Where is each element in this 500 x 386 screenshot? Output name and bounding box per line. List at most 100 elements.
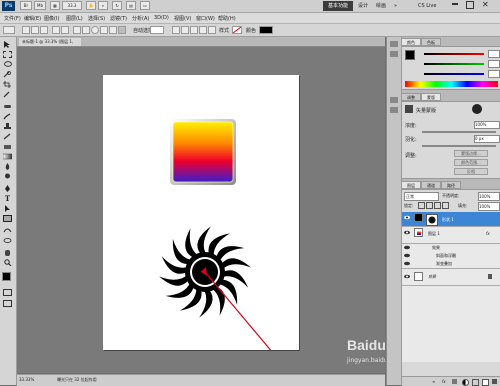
rounded-rect-tool-icon[interactable] (82, 26, 90, 34)
layer-row-shape1[interactable]: 形状 1 (402, 212, 500, 227)
link-layers-icon[interactable]: ∞ (432, 379, 435, 384)
gradient-eye-icon[interactable] (404, 261, 410, 266)
polygon-tool-icon[interactable] (100, 26, 108, 34)
move-tool-icon[interactable] (3, 41, 12, 48)
crop-tool-icon[interactable] (3, 81, 12, 88)
mask-edge-button[interactable]: 蒙版边缘... (454, 150, 488, 157)
blend-mode-select[interactable]: 正常 (404, 192, 439, 201)
view-extras-button[interactable]: ▦ (50, 1, 60, 10)
blur-tool-icon[interactable] (3, 163, 12, 170)
color-spectrum-bar[interactable] (405, 81, 498, 87)
shape-picker[interactable] (150, 26, 164, 34)
foreground-color-swatch[interactable] (2, 272, 11, 281)
arrange-docs-icon[interactable]: ▤ (126, 1, 136, 10)
workspace-paint-tab[interactable]: 绘画 (376, 1, 386, 11)
masks-panel-tab[interactable]: 蒙版 (421, 93, 441, 101)
zoom-level-dropdown[interactable]: 33.3 (62, 1, 82, 10)
menu-help[interactable]: 帮助(H) (218, 15, 236, 22)
lasso-tool-icon[interactable] (3, 61, 12, 68)
type-tool-icon[interactable]: T (3, 195, 12, 202)
actions-panel-icon[interactable] (390, 51, 398, 57)
style-picker[interactable] (232, 26, 242, 34)
effects-eye-icon[interactable] (404, 245, 410, 250)
menu-analysis[interactable]: 分析(A) (132, 15, 149, 22)
freeform-pen-icon[interactable] (61, 26, 69, 34)
cs-live-button[interactable]: CS Live (418, 1, 436, 11)
clone-stamp-tool-icon[interactable] (3, 123, 12, 130)
channels-panel-tab[interactable]: 通道 (421, 181, 441, 189)
workspace-more-button[interactable]: » (394, 1, 397, 11)
gradient-tool-icon[interactable] (2, 153, 13, 160)
hand-tool-icon[interactable]: ✋ (86, 1, 96, 10)
menu-layer[interactable]: 图层(L) (66, 15, 83, 22)
layer-effect-gradient[interactable]: 渐变叠加 (402, 260, 500, 269)
menu-filter[interactable]: 滤镜(T) (110, 15, 127, 22)
layer-name[interactable]: 形状 1 (442, 217, 454, 223)
eraser-tool-icon[interactable] (3, 143, 12, 150)
visibility-eye-icon[interactable] (404, 215, 410, 220)
custom-shape-tool-icon[interactable] (118, 26, 126, 34)
density-input[interactable]: 100% (474, 121, 500, 129)
panel-fg-swatch[interactable] (405, 50, 415, 60)
eyedropper-tool-icon[interactable] (3, 91, 12, 98)
layer-effects-row[interactable]: 效果 (402, 244, 500, 252)
3d-rotate-tool-icon[interactable] (3, 227, 12, 234)
line-tool-icon[interactable] (109, 26, 117, 34)
red-value[interactable] (488, 50, 500, 58)
layer-fx-icon[interactable]: fx (486, 231, 490, 236)
zoom-tool-icon-sidebar[interactable] (3, 259, 12, 267)
exclude-mode-icon[interactable] (208, 26, 216, 34)
layer-row-layer1[interactable]: 图层 1 fx (402, 227, 500, 244)
feather-input[interactable]: 0 px (474, 135, 500, 143)
new-layer-mode-icon[interactable] (172, 26, 180, 34)
add-style-icon[interactable]: fx (442, 379, 446, 384)
lock-pixels-icon[interactable] (426, 202, 433, 209)
minimize-icon[interactable] (452, 3, 458, 5)
quick-select-tool-icon[interactable] (3, 71, 12, 78)
history-brush-tool-icon[interactable] (3, 133, 12, 140)
menu-window[interactable]: 窗口(W) (196, 15, 215, 22)
lock-transparent-icon[interactable] (418, 202, 425, 209)
lock-all-icon[interactable] (442, 202, 449, 209)
workspace-design-tab[interactable]: 设计 (358, 1, 368, 11)
blue-slider[interactable] (424, 73, 484, 75)
blue-value[interactable] (488, 70, 500, 78)
path-select-tool-icon[interactable] (3, 205, 12, 212)
layers-panel-tab[interactable]: 图层 (401, 181, 421, 189)
history-panel-icon[interactable] (390, 41, 398, 47)
document-canvas[interactable] (103, 75, 299, 350)
visibility-eye-icon[interactable] (404, 230, 410, 235)
quick-mask-icon[interactable] (3, 289, 12, 296)
add-mask-icon[interactable] (452, 379, 457, 384)
3d-orbit-tool-icon[interactable] (3, 237, 12, 244)
screen-mode-icon[interactable]: ▭ (140, 1, 150, 10)
add-mode-icon[interactable] (181, 26, 189, 34)
bridge-button[interactable]: Br (20, 1, 32, 10)
document-tab[interactable]: 未标题-1 @ 33.3% (图层 1, RGB/8) * (19, 38, 81, 52)
rectangle-tool-icon[interactable] (73, 26, 81, 34)
adjustments-panel-tab[interactable]: 调整 (401, 93, 421, 101)
color-panel-tab[interactable]: 颜色 (401, 38, 421, 46)
green-value[interactable] (488, 60, 500, 68)
screen-mode-icon-sidebar[interactable] (3, 300, 12, 307)
canvas-area[interactable]: Baidu 经验 jingyan.baidu.com (17, 47, 409, 373)
invert-button[interactable]: 反相 (454, 168, 488, 175)
hand-tool-icon-sidebar[interactable] (3, 249, 12, 256)
close-icon[interactable]: ✕ (482, 0, 492, 10)
dodge-tool-icon[interactable] (3, 173, 12, 180)
layer-row-background[interactable]: 背景 (402, 269, 500, 286)
zoom-tool-icon[interactable]: ⌕ (98, 1, 108, 10)
intersect-mode-icon[interactable] (199, 26, 207, 34)
minibridge-button[interactable]: Mb (34, 1, 46, 10)
menu-edit[interactable]: 编辑(E) (24, 15, 41, 22)
visibility-eye-icon[interactable] (404, 274, 410, 279)
subtract-mode-icon[interactable] (190, 26, 198, 34)
bevel-eye-icon[interactable] (404, 253, 410, 258)
menu-image[interactable]: 图像(I) (44, 15, 59, 22)
ellipse-tool-icon[interactable] (91, 26, 99, 34)
pen-tool-icon-sidebar[interactable] (3, 185, 12, 192)
red-slider[interactable] (424, 53, 484, 55)
lock-position-icon[interactable] (434, 202, 441, 209)
rotate-view-icon[interactable]: ↻ (112, 1, 122, 10)
layer-name[interactable]: 背景 (428, 274, 436, 280)
